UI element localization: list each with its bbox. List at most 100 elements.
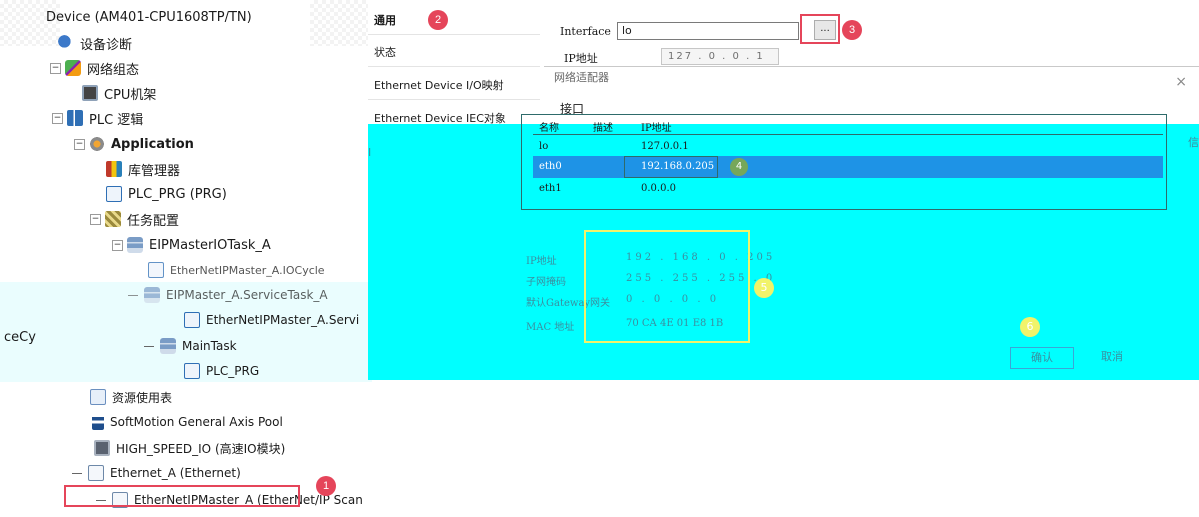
tree-item-label: EtherNetIPMaster_A.Servi — [206, 313, 360, 327]
resource-table-icon — [90, 389, 106, 405]
close-icon[interactable]: × — [1175, 71, 1187, 93]
column-description: 描述 — [593, 123, 613, 134]
tree-item-label: EIPMasterIOTask_A — [149, 237, 271, 253]
tree-item-high-speed-io[interactable]: HIGH_SPEED_IO (高速IO模块) — [94, 437, 285, 459]
program-icon — [106, 186, 122, 202]
task-stack-icon — [144, 287, 160, 303]
tree-item-label: SoftMotion General Axis Pool — [110, 415, 283, 429]
io-module-icon — [94, 440, 110, 456]
network-adapter-dialog-titlebar: 网络适配器 × — [544, 66, 1199, 96]
tab-general[interactable]: 通用 — [368, 5, 540, 35]
tree-item-network-config[interactable]: − 网络组态 — [50, 57, 139, 79]
tree-item-label: 设备诊断 — [80, 37, 133, 53]
expand-toggle-icon[interactable]: − — [112, 239, 123, 251]
expand-toggle-icon[interactable]: − — [52, 112, 63, 124]
tree-item-label: EtherNetIPMaster_A.IOCycle — [170, 263, 325, 277]
tree-item-softmotion-pool[interactable]: SoftMotion General Axis Pool — [92, 411, 283, 433]
confirm-button[interactable]: 确认 — [1010, 347, 1074, 369]
ip-address-field[interactable]: 127 . 0 . 0 . 1 — [661, 48, 779, 65]
column-name: 名称 — [539, 123, 559, 134]
tree-connector — [144, 345, 154, 347]
tree-item-cpu-rack[interactable]: CPU机架 — [82, 82, 156, 104]
adapter-table-header: 名称 描述 IP地址 — [533, 118, 1163, 135]
library-books-icon — [106, 161, 122, 177]
tree-root-device[interactable]: Device (AM401-CPU1608TP/TN) — [46, 6, 252, 28]
ip-address-label: IP地址 — [564, 52, 598, 65]
tree-item-eip-service[interactable]: EtherNetIPMaster_A.Servi — [184, 309, 359, 331]
application-gear-icon — [89, 136, 105, 152]
tree-connector — [72, 472, 82, 474]
step-badge-3: 3 — [842, 20, 862, 40]
expand-toggle-icon[interactable]: − — [74, 138, 85, 150]
cell-ip: 0.0.0.0 — [641, 183, 676, 194]
tree-item-application[interactable]: − Application — [74, 133, 194, 155]
column-ip: IP地址 — [641, 123, 672, 134]
table-row[interactable]: lo 127.0.0.1 — [533, 136, 1163, 158]
truncated-text: ceCy — [4, 330, 36, 345]
task-stack-icon — [160, 338, 176, 354]
cell-name: eth1 — [539, 183, 562, 194]
prop-mac-label: MAC 地址 — [526, 322, 575, 333]
tab-label: 通用 — [374, 13, 396, 27]
network-config-icon — [65, 60, 81, 76]
cell-name: eth0 — [539, 161, 562, 172]
tree-item-plc-logic[interactable]: − PLC 逻辑 — [52, 107, 143, 129]
axis-pool-icon — [92, 414, 104, 430]
prop-ip-label: IP地址 — [526, 256, 557, 267]
tree-item-library-manager[interactable]: 库管理器 — [106, 158, 180, 180]
highlight-box-5 — [584, 230, 750, 343]
program-icon — [184, 312, 200, 328]
task-stack-icon — [127, 237, 143, 253]
cell-ip: 127.0.0.1 — [641, 141, 689, 152]
diagnostics-icon — [58, 35, 74, 51]
tree-item-plc-prg[interactable]: PLC_PRG (PRG) — [106, 183, 227, 205]
tree-item-main-task[interactable]: MainTask — [144, 335, 237, 357]
prop-subnet-label: 子网掩码 — [526, 277, 566, 288]
expand-toggle-icon[interactable]: − — [50, 62, 61, 74]
tree-connector — [128, 294, 138, 296]
tree-item-ethernet-a[interactable]: Ethernet_A (Ethernet) — [72, 462, 241, 484]
tree-item-task-config[interactable]: − 任务配置 — [90, 208, 179, 230]
tree-item-label: EIPMaster_A.ServiceTask_A — [166, 288, 328, 302]
tab-io-mapping[interactable]: Ethernet Device I/O映射 — [368, 70, 540, 100]
tree-item-eip-iocycle[interactable]: EtherNetIPMaster_A.IOCycle — [148, 259, 325, 281]
tree-item-label: 网络组态 — [87, 62, 140, 78]
tree-item-resource-usage[interactable]: 资源使用表 — [90, 386, 172, 408]
tree-item-main-plc-prg[interactable]: PLC_PRG — [184, 360, 259, 382]
dialog-title: 网络适配器 — [554, 71, 609, 84]
step-badge-5: 5 — [754, 278, 774, 298]
device-tree-panel: Device (AM401-CPU1608TP/TN) 设备诊断 − 网络组态 … — [0, 0, 372, 517]
tab-label: 状态 — [374, 45, 396, 59]
step-badge-6: 6 — [1020, 317, 1040, 337]
tab-status[interactable]: 状态 — [368, 37, 540, 67]
tree-item-eip-io-task[interactable]: − EIPMasterIOTask_A — [112, 234, 271, 256]
step-badge-1: 1 — [316, 476, 336, 496]
plc-logic-icon — [67, 110, 83, 126]
tree-item-eip-service-task[interactable]: EIPMaster_A.ServiceTask_A — [128, 284, 328, 306]
step-badge-4: 4 — [730, 158, 748, 176]
table-row[interactable]: eth1 0.0.0.0 — [533, 178, 1163, 200]
expand-toggle-icon[interactable]: − — [90, 213, 101, 225]
program-icon — [184, 363, 200, 379]
interface-label: Interface — [560, 25, 611, 38]
selected-cell-outline — [624, 156, 718, 178]
tree-item-label: PLC_PRG — [206, 364, 260, 378]
tree-item-label: 资源使用表 — [112, 390, 173, 405]
browse-interface-button[interactable]: ... — [814, 20, 836, 40]
tree-item-label: HIGH_SPEED_IO (高速IO模块) — [116, 441, 286, 456]
tree-item-label: Application — [111, 136, 194, 152]
tab-label: Ethernet Device I/O映射 — [374, 78, 504, 92]
interface-field[interactable]: lo — [617, 22, 799, 40]
tree-item-label: CPU机架 — [104, 87, 157, 103]
cancel-button[interactable]: 取消 — [1080, 347, 1144, 369]
tree-item-label: MainTask — [182, 339, 237, 353]
truncated-text: I — [368, 146, 372, 159]
tree-item-label: 任务配置 — [127, 213, 180, 229]
tree-item-diagnostics[interactable]: 设备诊断 — [58, 32, 132, 54]
ethernet-port-icon — [88, 465, 104, 481]
tree-item-label: PLC_PRG (PRG) — [128, 186, 227, 202]
step-badge-2: 2 — [428, 10, 448, 30]
device-settings-panel: 通用 2 状态 Ethernet Device I/O映射 Ethernet D… — [368, 0, 1199, 380]
highlight-box-1 — [64, 485, 300, 507]
task-config-icon — [105, 211, 121, 227]
